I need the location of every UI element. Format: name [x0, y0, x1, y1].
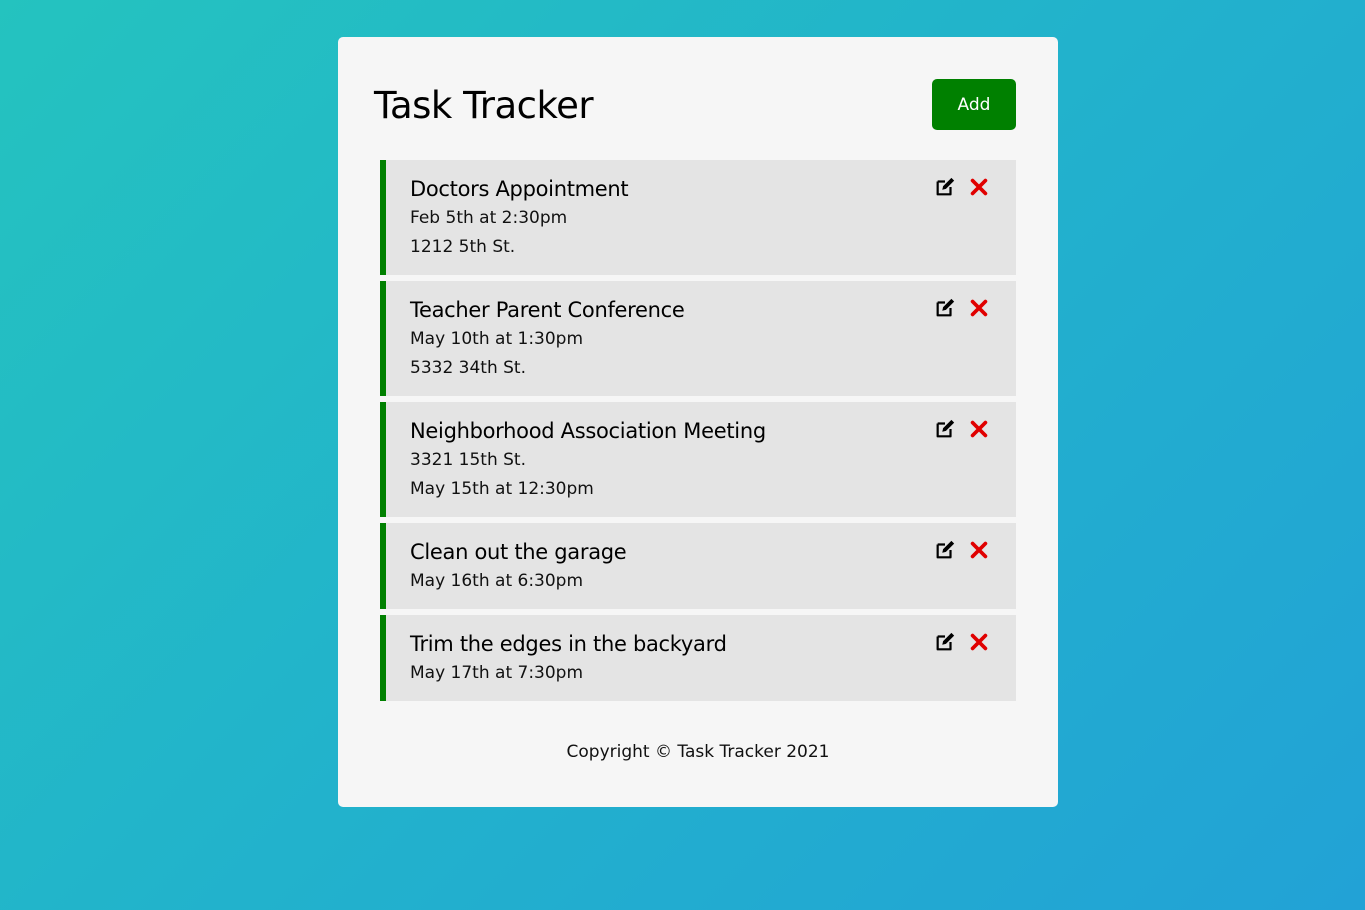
close-icon[interactable]	[968, 418, 990, 440]
add-button[interactable]: Add	[932, 79, 1016, 130]
task-actions	[934, 418, 990, 440]
close-icon[interactable]	[968, 297, 990, 319]
task-detail: 1212 5th St.	[410, 237, 516, 257]
task-item[interactable]: Trim the edges in the backyard May 17th …	[380, 615, 1016, 701]
task-detail: 3321 15th St.	[410, 450, 527, 470]
edit-icon[interactable]	[934, 297, 956, 319]
task-detail: May 10th at 1:30pm	[410, 329, 584, 349]
edit-icon[interactable]	[934, 176, 956, 198]
close-icon[interactable]	[968, 539, 990, 561]
task-detail: Feb 5th at 2:30pm	[410, 208, 568, 228]
edit-icon[interactable]	[934, 418, 956, 440]
task-actions	[934, 631, 990, 653]
task-item[interactable]: Doctors Appointment Feb 5th at 2:30pm 12…	[380, 160, 1016, 275]
task-title: Neighborhood Association Meeting	[410, 419, 766, 443]
task-actions	[934, 176, 990, 198]
task-list: Doctors Appointment Feb 5th at 2:30pm 12…	[380, 160, 1016, 707]
task-title: Teacher Parent Conference	[410, 298, 685, 322]
close-icon[interactable]	[968, 631, 990, 653]
task-actions	[934, 297, 990, 319]
task-detail: May 17th at 7:30pm	[410, 663, 584, 683]
task-title: Doctors Appointment	[410, 177, 629, 201]
footer-copyright: Copyright © Task Tracker 2021	[566, 742, 830, 762]
task-detail: 5332 34th St.	[410, 358, 527, 378]
task-detail: May 16th at 6:30pm	[410, 571, 584, 591]
edit-icon[interactable]	[934, 631, 956, 653]
edit-icon[interactable]	[934, 539, 956, 561]
header: Task Tracker Add	[374, 79, 1016, 130]
task-tracker-card: Task Tracker Add Doctors Appointment Feb…	[338, 37, 1058, 807]
task-item[interactable]: Clean out the garage May 16th at 6:30pm	[380, 523, 1016, 609]
page-title: Task Tracker	[374, 84, 594, 127]
close-icon[interactable]	[968, 176, 990, 198]
task-item[interactable]: Teacher Parent Conference May 10th at 1:…	[380, 281, 1016, 396]
task-actions	[934, 539, 990, 561]
task-detail: May 15th at 12:30pm	[410, 479, 594, 499]
task-title: Trim the edges in the backyard	[410, 632, 727, 656]
task-item[interactable]: Neighborhood Association Meeting 3321 15…	[380, 402, 1016, 517]
task-title: Clean out the garage	[410, 540, 627, 564]
